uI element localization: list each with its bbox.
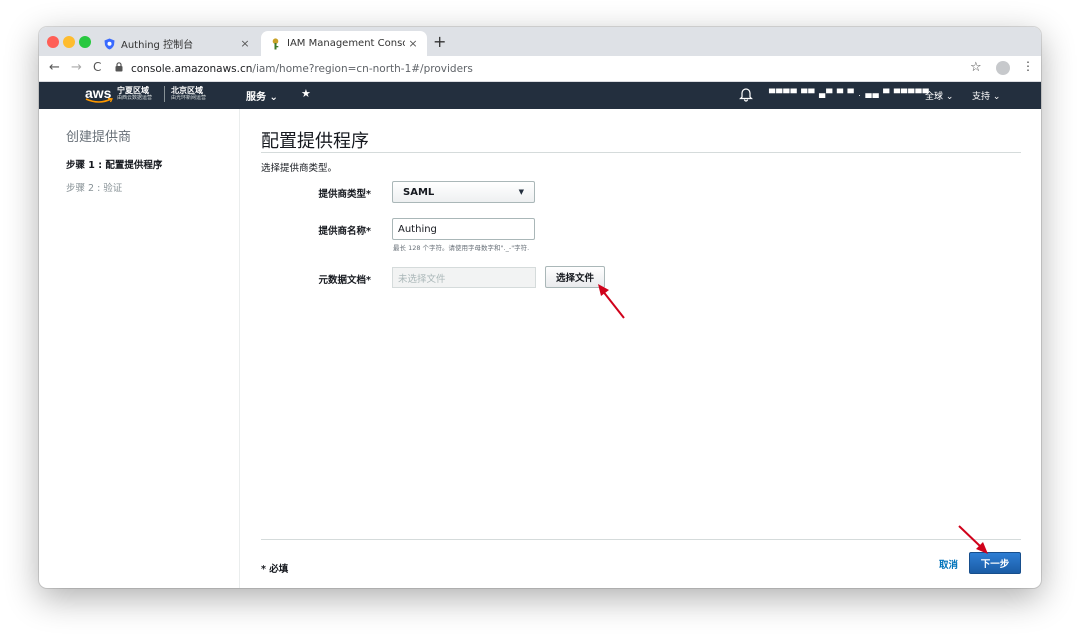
tab-label: IAM Management Console <box>287 38 405 49</box>
footer-divider <box>261 539 1021 540</box>
title-divider <box>261 152 1021 153</box>
minimize-window-button[interactable] <box>63 36 75 48</box>
metadata-file-field[interactable]: 未选择文件 <box>392 267 536 288</box>
next-step-label: 下一步 <box>980 559 1010 570</box>
new-tab-button[interactable]: + <box>433 32 446 51</box>
tab-close-icon[interactable]: × <box>405 37 421 50</box>
authing-favicon-icon <box>103 38 115 50</box>
aws-logo[interactable]: aws <box>85 83 113 107</box>
bookmark-star-icon[interactable]: ☆ <box>970 60 982 75</box>
services-menu[interactable]: 服务 ⌄ <box>246 88 278 103</box>
region-ningxia[interactable]: 宁夏区域 由西云数据运营 <box>117 86 152 102</box>
aws-navigation-bar: aws 宁夏区域 由西云数据运营 北京区域 由光环新网运营 服务 ⌄ ★ ▀▀▀… <box>39 82 1041 109</box>
provider-name-hint: 最长 128 个字符。请使用字母数字和"._-"字符. <box>393 244 530 252</box>
wizard-step-configure[interactable]: 步骤 1 : 配置提供程序 <box>66 157 162 171</box>
tab-bar: Authing 控制台 × IAM Management Console × + <box>39 27 1041 56</box>
provider-name-input[interactable]: Authing <box>392 218 535 240</box>
browser-window: Authing 控制台 × IAM Management Console × +… <box>39 27 1041 588</box>
forward-button[interactable]: → <box>71 60 82 75</box>
provider-name-label: 提供商名称* <box>318 226 371 237</box>
bell-icon[interactable] <box>739 86 753 102</box>
provider-type-select[interactable]: SAML ▼ <box>392 181 535 203</box>
choose-file-label: 选择文件 <box>555 273 594 284</box>
annotation-arrow-icon <box>598 284 625 319</box>
key-icon <box>269 37 281 50</box>
region-beijing[interactable]: 北京区域 由光环新网运营 <box>164 86 206 102</box>
browser-toolbar: ← → C console.amazonaws.cn/iam/home?regi… <box>39 56 1041 82</box>
annotation-arrow-icon <box>958 525 988 554</box>
region-operator: 由光环新网运营 <box>171 95 207 101</box>
metadata-file-placeholder: 未选择文件 <box>398 273 446 285</box>
url-path: /iam/home?region=cn-north-1#/providers <box>252 62 473 75</box>
reload-button[interactable]: C <box>93 60 101 74</box>
back-button[interactable]: ← <box>49 60 60 75</box>
url-host: console.amazonaws.cn <box>131 62 253 75</box>
metadata-document-label: 元数据文档* <box>318 275 371 286</box>
required-note: * 必填 <box>261 564 289 575</box>
region-operator: 由西云数据运营 <box>117 95 153 101</box>
provider-type-value: SAML <box>403 186 435 198</box>
address-bar[interactable]: console.amazonaws.cn/iam/home?region=cn-… <box>115 59 975 78</box>
tab-close-icon[interactable]: × <box>237 37 253 50</box>
caret-down-icon: ▼ <box>518 188 524 196</box>
page-description: 选择提供商类型。 <box>261 163 338 174</box>
maximize-window-button[interactable] <box>79 36 91 48</box>
tab-authing[interactable]: Authing 控制台 × <box>95 31 259 56</box>
cancel-link[interactable]: 取消 <box>939 557 958 571</box>
global-region-menu[interactable]: 全球 ⌄ <box>925 89 953 102</box>
wizard-sidebar: 创建提供商 步骤 1 : 配置提供程序 步骤 2 : 验证 <box>39 109 240 588</box>
support-menu[interactable]: 支持 ⌄ <box>972 89 1000 102</box>
provider-type-label: 提供商类型* <box>318 189 371 200</box>
browser-menu-icon[interactable]: ⋮ <box>1022 59 1034 73</box>
aws-smile-icon <box>85 98 113 103</box>
account-menu[interactable]: ▀▀▀▀ ▀▀ ▄▀ ▀ ▀ . ▄▄ ▀ ▀▀▀▀▀ ⌄ <box>769 89 941 98</box>
sidebar-title: 创建提供商 <box>66 130 132 145</box>
pin-icon[interactable]: ★ <box>301 87 311 100</box>
provider-name-value: Authing <box>398 223 437 235</box>
region-name: 宁夏区域 <box>117 86 149 95</box>
page-title: 配置提供程序 <box>261 131 369 152</box>
profile-avatar-icon[interactable] <box>996 61 1010 75</box>
region-name: 北京区域 <box>171 86 203 95</box>
tab-label: Authing 控制台 <box>121 40 194 51</box>
close-window-button[interactable] <box>47 36 59 48</box>
tab-iam-console[interactable]: IAM Management Console × <box>261 31 427 56</box>
wizard-step-verify[interactable]: 步骤 2 : 验证 <box>66 180 122 194</box>
lock-icon <box>115 62 123 75</box>
